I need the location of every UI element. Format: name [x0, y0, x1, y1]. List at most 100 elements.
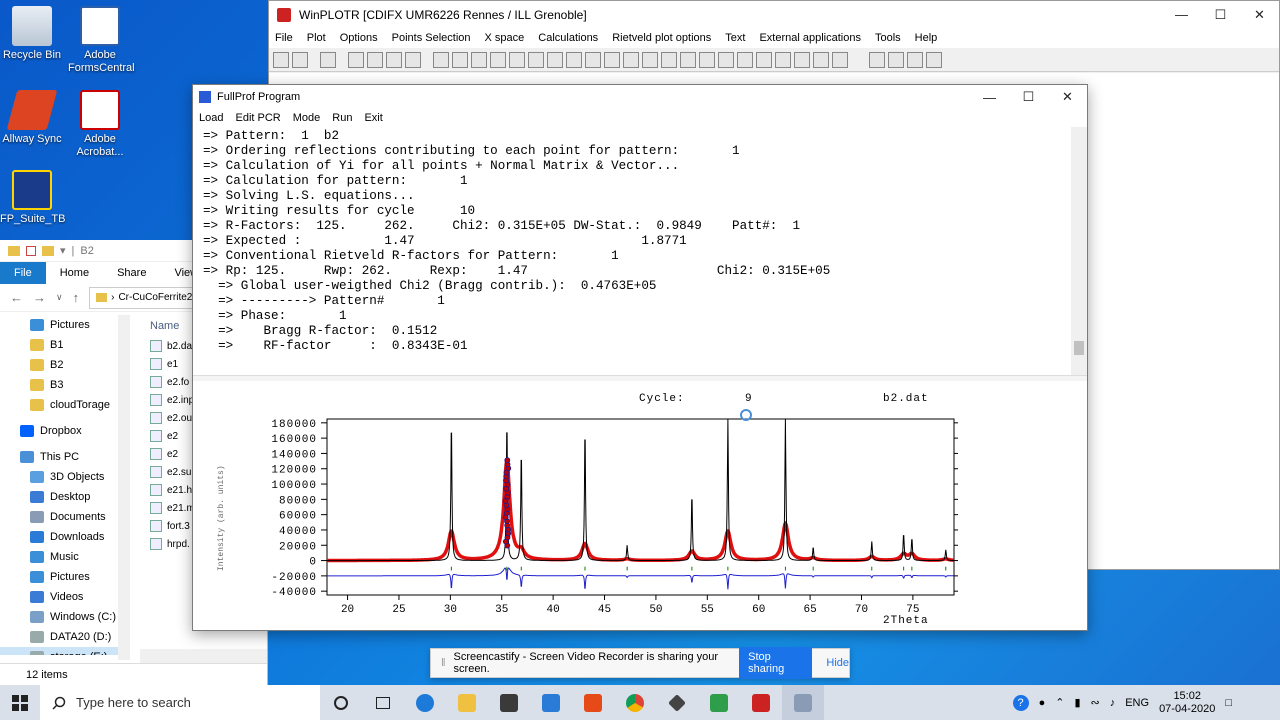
globe-icon[interactable] — [509, 52, 525, 68]
diff-icon[interactable] — [699, 52, 715, 68]
chevron-down-icon[interactable]: ∨ — [56, 292, 63, 303]
drag-handle-icon[interactable]: ‖ — [441, 657, 446, 669]
nav-item[interactable]: This PC — [0, 447, 130, 467]
nav-item[interactable]: storage (E:) — [0, 647, 130, 655]
save-icon[interactable] — [292, 52, 308, 68]
taskbar-winplotr[interactable] — [740, 685, 782, 720]
menu-help[interactable]: Help — [915, 32, 938, 44]
histogram-icon[interactable] — [813, 52, 829, 68]
bragg-icon[interactable] — [756, 52, 772, 68]
print-icon[interactable] — [320, 52, 336, 68]
menu-points-selection[interactable]: Points Selection — [392, 32, 471, 44]
desktop-icon-adobe-acrobat[interactable]: Adobe Acrobat... — [68, 90, 132, 159]
edit-file-icon[interactable] — [907, 52, 923, 68]
reset-view-icon[interactable] — [405, 52, 421, 68]
nav-item[interactable]: Downloads — [0, 527, 130, 547]
taskbar-edge[interactable] — [404, 685, 446, 720]
fullprof-run-icon[interactable] — [832, 52, 848, 68]
desktop-icon-allway-sync[interactable]: Allway Sync — [0, 90, 64, 146]
taskbar-app-pen[interactable] — [656, 685, 698, 720]
notifications-icon[interactable]: □ — [1225, 697, 1232, 709]
new-icon[interactable] — [642, 52, 658, 68]
fullprof-console-output[interactable]: => Pattern: 1 b2 => Ordering reflections … — [199, 129, 1071, 375]
taskbar-file-explorer[interactable] — [446, 685, 488, 720]
cancel-icon[interactable] — [926, 52, 942, 68]
checklist-icon[interactable] — [623, 52, 639, 68]
back-arrow-icon[interactable]: ← — [10, 290, 23, 305]
menu-x-space[interactable]: X space — [485, 32, 525, 44]
seq2-icon[interactable] — [737, 52, 753, 68]
menu-options[interactable]: Options — [340, 32, 378, 44]
up-arrow-icon[interactable]: ↑ — [73, 290, 80, 305]
chevron-up-icon[interactable]: ⌃ — [1055, 696, 1064, 709]
seq-icon[interactable] — [718, 52, 734, 68]
taskbar-office[interactable] — [572, 685, 614, 720]
chevron-down-icon[interactable]: ▾ — [60, 244, 66, 257]
menu-external-applications[interactable]: External applications — [759, 32, 861, 44]
pattern-icon[interactable] — [566, 52, 582, 68]
nav-item[interactable]: B3 — [0, 375, 130, 395]
taskbar-chrome[interactable] — [614, 685, 656, 720]
menu-file[interactable]: File — [275, 32, 293, 44]
nav-item[interactable]: B2 — [0, 355, 130, 375]
taskbar-mail[interactable] — [530, 685, 572, 720]
cursor-icon[interactable] — [386, 52, 402, 68]
desktop-icon-adobe-formscentral[interactable]: Adobe FormsCentral — [68, 6, 132, 75]
nav-item[interactable]: Documents — [0, 507, 130, 527]
task-view-button[interactable] — [362, 685, 404, 720]
menu-plot[interactable]: Plot — [307, 32, 326, 44]
sort-icon[interactable] — [471, 52, 487, 68]
nav-item[interactable]: Music — [0, 547, 130, 567]
menu-mode[interactable]: Mode — [293, 112, 321, 124]
nav-item[interactable]: 3D Objects — [0, 467, 130, 487]
mtx-icon[interactable] — [775, 52, 791, 68]
taskbar-store[interactable] — [488, 685, 530, 720]
taskbar-search[interactable]: Type here to search — [40, 685, 320, 720]
nav-item[interactable]: Dropbox — [0, 421, 130, 441]
menu-edit-pcr[interactable]: Edit PCR — [235, 112, 280, 124]
menu-text[interactable]: Text — [725, 32, 745, 44]
menu-calculations[interactable]: Calculations — [538, 32, 598, 44]
nav-item[interactable]: DATA20 (D:) — [0, 627, 130, 647]
menu-rietveld-plot-options[interactable]: Rietveld plot options — [612, 32, 711, 44]
taskbar-app-chart[interactable] — [698, 685, 740, 720]
minimize-button[interactable]: — — [970, 85, 1009, 109]
close-button[interactable]: ✕ — [1048, 85, 1087, 109]
struct-icon[interactable] — [794, 52, 810, 68]
ribbon-tab-file[interactable]: File — [0, 262, 46, 284]
nav-item[interactable]: Videos — [0, 587, 130, 607]
nav-item[interactable]: Pictures — [0, 567, 130, 587]
nav-item[interactable]: Desktop — [0, 487, 130, 507]
pcr-icon[interactable] — [433, 52, 449, 68]
open-icon[interactable] — [273, 52, 289, 68]
search-icon[interactable] — [490, 52, 506, 68]
ribbon-tab-share[interactable]: Share — [103, 262, 160, 284]
stop-sharing-button[interactable]: Stop sharing — [739, 647, 812, 679]
console-scrollbar[interactable] — [1071, 127, 1087, 375]
grid-icon[interactable] — [585, 52, 601, 68]
ribbon-tab-home[interactable]: Home — [46, 262, 103, 284]
desktop-icon-fp-suite[interactable]: FP_Suite_TB — [0, 170, 64, 226]
network-icon[interactable]: ∾ — [1091, 696, 1100, 709]
zoom-icon[interactable] — [348, 52, 364, 68]
scrollbar-thumb[interactable] — [1074, 341, 1084, 355]
nav-item[interactable]: Windows (C:) — [0, 607, 130, 627]
edit-icon[interactable] — [452, 52, 468, 68]
table-icon[interactable] — [604, 52, 620, 68]
nav-item[interactable]: B1 — [0, 335, 130, 355]
desktop-icon-recycle-bin[interactable]: Recycle Bin — [0, 6, 64, 62]
forward-arrow-icon[interactable]: → — [33, 290, 46, 305]
menu-run[interactable]: Run — [332, 112, 352, 124]
cortana-button[interactable] — [320, 685, 362, 720]
battery-icon[interactable]: ▮ — [1074, 696, 1080, 709]
nav-scrollbar[interactable] — [118, 315, 130, 660]
hide-button[interactable]: Hide — [826, 657, 849, 669]
fp-icon[interactable] — [528, 52, 544, 68]
taskbar-fullprof[interactable] — [782, 685, 824, 720]
menu-exit[interactable]: Exit — [364, 112, 382, 124]
fullprof-window[interactable]: FullProf Program — ☐ ✕ Load Edit PCR Mod… — [192, 84, 1088, 631]
nav-item[interactable]: Pictures — [0, 315, 130, 335]
winplotr-titlebar[interactable]: WinPLOTR [CDIFX UMR6226 Rennes / ILL Gre… — [269, 1, 1279, 28]
close-button[interactable]: ✕ — [1240, 1, 1279, 28]
fullprof-titlebar[interactable]: FullProf Program — ☐ ✕ — [193, 85, 1087, 109]
